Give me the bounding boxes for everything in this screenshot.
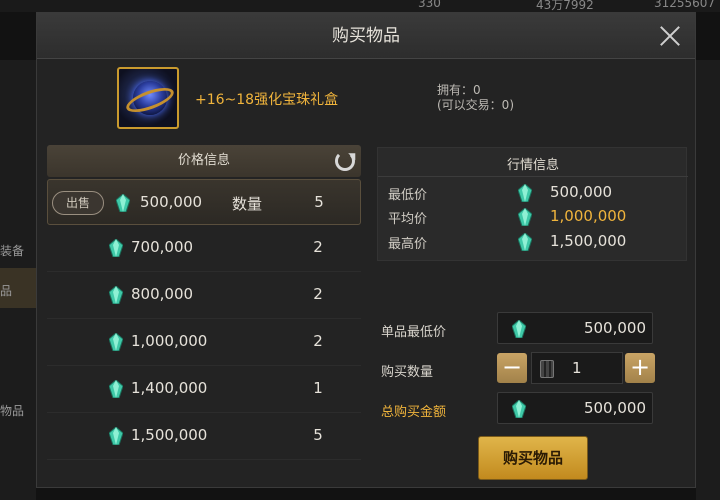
market-row-average: 平均价 1,000,000: [388, 206, 678, 228]
background-menu-goods[interactable]: 物品: [0, 402, 36, 419]
item-name: +16~18强化宝珠礼盒: [195, 92, 339, 108]
market-label: 最高价: [388, 237, 428, 252]
price-row[interactable]: 1,400,000 1: [47, 366, 361, 413]
row-count: 2: [313, 332, 323, 350]
dialog-titlebar: 购买物品: [37, 13, 695, 59]
calculator-icon[interactable]: [540, 360, 554, 378]
market-divider: [378, 176, 688, 177]
gem-icon: [116, 194, 130, 212]
gem-icon: [512, 320, 526, 338]
background-right-edge: [696, 60, 720, 500]
market-value: 500,000: [550, 183, 613, 201]
row-count: 2: [313, 238, 323, 256]
row-quantity-label: 数量: [232, 195, 263, 213]
gem-icon: [518, 184, 532, 202]
row-price: 500,000: [140, 193, 203, 211]
unit-min-price-label: 单品最低价: [381, 325, 447, 340]
price-row[interactable]: 出售 500,000 数量 5: [47, 179, 361, 225]
market-row-lowest: 最低价 500,000: [388, 182, 678, 204]
total-amount-label: 总购买金额: [381, 405, 447, 420]
resource-amount-3: 31255607: [654, 0, 716, 10]
increase-quantity-button[interactable]: +: [625, 353, 655, 383]
price-row[interactable]: 700,000 2: [47, 225, 361, 272]
row-price: 800,000: [131, 285, 194, 303]
row-price: 700,000: [131, 238, 194, 256]
market-info-panel: 行情信息 最低价 500,000 平均价 1,000,000 最高价 1,500…: [377, 147, 688, 261]
background-menu-items[interactable]: 品: [0, 282, 36, 299]
gem-icon: [109, 239, 123, 257]
gem-icon: [109, 380, 123, 398]
row-price: 1,500,000: [131, 426, 208, 444]
resource-amount-1: 330: [418, 0, 441, 10]
market-value: 1,000,000: [550, 207, 627, 225]
sell-badge[interactable]: 出售: [52, 191, 104, 215]
quantity-value: 1: [572, 359, 582, 377]
price-info-header: 价格信息: [47, 145, 361, 177]
row-count: 5: [314, 193, 324, 211]
background-top-bar: 330 43万7992 31255607: [0, 0, 720, 12]
tradable-count: (可以交易：0): [437, 98, 514, 112]
total-amount-value: 500,000: [583, 399, 646, 417]
item-icon: [117, 67, 179, 129]
refresh-icon[interactable]: [335, 151, 355, 171]
unit-min-price-field: 500,000: [497, 312, 653, 344]
gem-icon: [518, 208, 532, 226]
decrease-quantity-button[interactable]: −: [497, 353, 527, 383]
owned-count: 拥有：0: [437, 83, 481, 97]
dialog-title: 购买物品: [332, 26, 400, 46]
background-menu-equipment[interactable]: 装备: [0, 242, 36, 259]
close-icon[interactable]: [657, 23, 683, 49]
buy-item-button[interactable]: 购买物品: [478, 436, 588, 480]
row-price: 1,400,000: [131, 379, 208, 397]
unit-min-price-value: 500,000: [583, 319, 646, 337]
buy-item-dialog: 购买物品 +16~18强化宝珠礼盒 拥有：0 (可以交易：0) 价格信息 出售 …: [36, 12, 696, 488]
price-list: 出售 500,000 数量 5 700,000 2 800,000 2 1,00…: [47, 179, 361, 460]
buy-quantity-label: 购买数量: [381, 365, 434, 380]
gem-icon: [109, 333, 123, 351]
market-info-title: 行情信息: [506, 158, 559, 173]
item-owned-info: 拥有：0 (可以交易：0): [437, 83, 514, 113]
row-count: 2: [313, 285, 323, 303]
market-label: 最低价: [388, 188, 428, 203]
total-amount-field: 500,000: [497, 392, 653, 424]
price-row[interactable]: 1,500,000 5: [47, 413, 361, 460]
gem-icon: [512, 400, 526, 418]
quantity-input[interactable]: 1: [531, 352, 623, 384]
row-count: 5: [313, 426, 323, 444]
market-row-highest: 最高价 1,500,000: [388, 231, 678, 253]
price-info-title: 价格信息: [177, 153, 230, 168]
row-price: 1,000,000: [131, 332, 208, 350]
gem-icon: [518, 233, 532, 251]
market-label: 平均价: [388, 212, 428, 227]
price-row[interactable]: 1,000,000 2: [47, 319, 361, 366]
gem-icon: [109, 427, 123, 445]
gem-icon: [109, 286, 123, 304]
market-value: 1,500,000: [550, 232, 627, 250]
price-row[interactable]: 800,000 2: [47, 272, 361, 319]
row-count: 1: [313, 379, 323, 397]
